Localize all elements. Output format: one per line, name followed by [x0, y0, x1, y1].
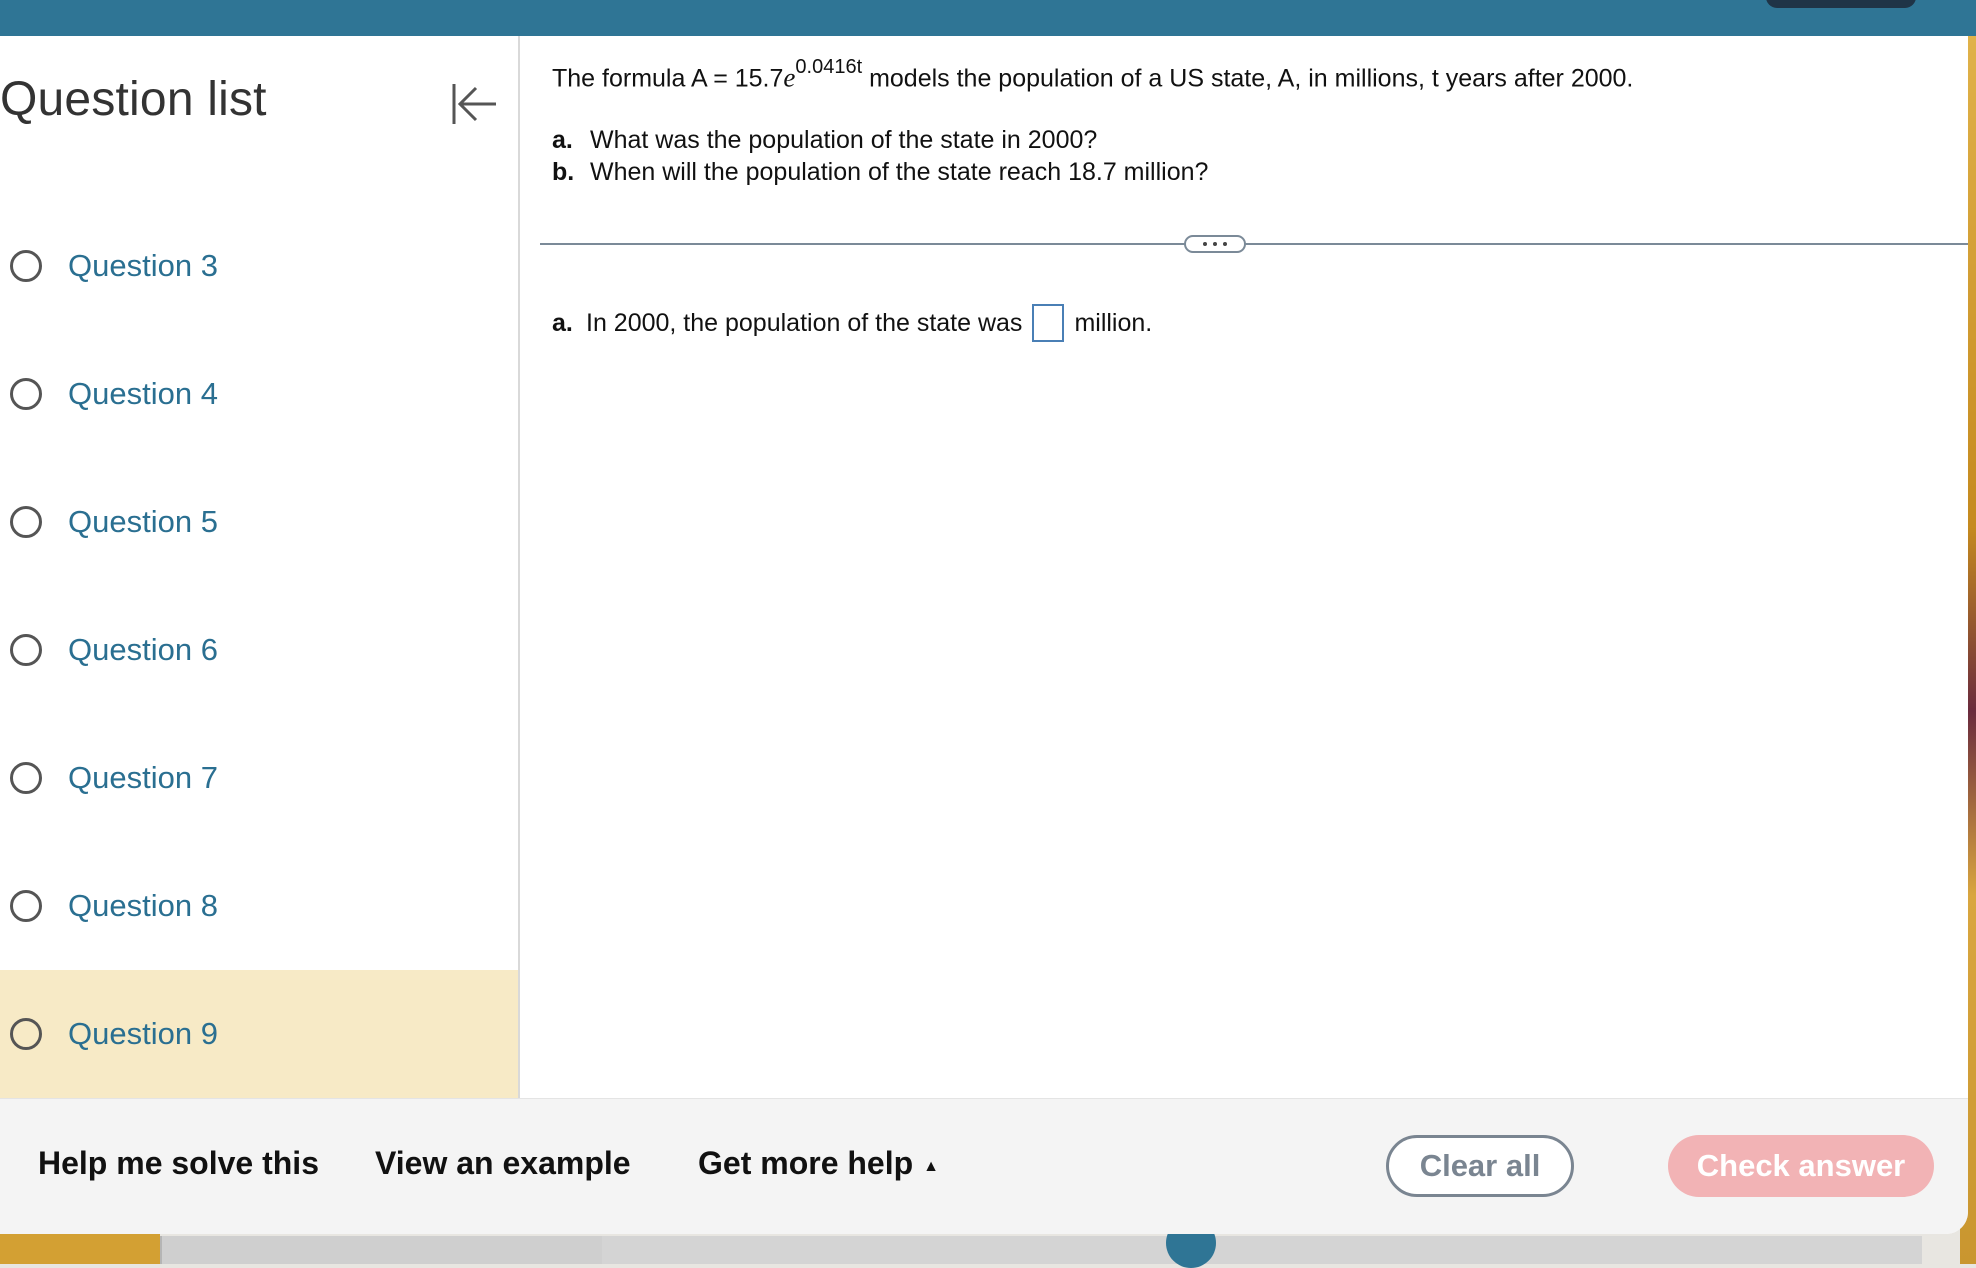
get-more-help-label: Get more help: [698, 1145, 914, 1181]
background-strip-mid-2: [602, 1236, 1922, 1264]
question-item-label: Question 4: [68, 376, 218, 411]
section-divider: [540, 243, 1968, 245]
question-item-label: Question 9: [68, 1016, 218, 1051]
get-more-help-button[interactable]: Get more help ▲: [698, 1145, 939, 1182]
background-strip-left: [0, 1230, 160, 1264]
help-me-solve-button[interactable]: Help me solve this: [38, 1145, 319, 1182]
question-item-4[interactable]: Question 4: [0, 330, 518, 458]
question-part-a: a. What was the population of the state i…: [552, 124, 1208, 156]
question-item-label: Question 3: [68, 248, 218, 283]
question-item-6[interactable]: Question 6: [0, 586, 518, 714]
top-bar-pill[interactable]: [1766, 0, 1916, 8]
caret-up-icon: ▲: [923, 1158, 939, 1175]
question-item-5[interactable]: Question 5: [0, 458, 518, 586]
radio-icon[interactable]: [10, 378, 42, 410]
formula-text-before: The formula A = 15.7: [552, 64, 784, 93]
answer-line: a. In 2000, the population of the state …: [552, 304, 1152, 342]
question-prompt: The formula A = 15.7e0.0416t models the …: [552, 54, 1633, 95]
question-item-8[interactable]: Question 8: [0, 842, 518, 970]
question-item-label: Question 8: [68, 888, 218, 923]
collapse-sidebar-icon[interactable]: [446, 76, 502, 132]
radio-icon[interactable]: [10, 1018, 42, 1050]
part-text: When will the population of the state re…: [590, 158, 1209, 186]
answer-text-before: In 2000, the population of the state was: [586, 308, 1023, 337]
formula-text-after: models the population of a US state, A, …: [862, 64, 1634, 93]
radio-icon[interactable]: [10, 506, 42, 538]
footer-toolbar: Help me solve this View an example Get m…: [0, 1098, 1968, 1234]
question-panel: Question list Question 3 Question 4 Ques…: [0, 36, 1968, 1234]
question-item-9[interactable]: Question 9: [0, 970, 518, 1098]
radio-icon[interactable]: [10, 762, 42, 794]
formula-exponent: 0.0416t: [795, 56, 863, 78]
question-list-sidebar: Question list Question 3 Question 4 Ques…: [0, 36, 520, 1098]
radio-icon[interactable]: [10, 890, 42, 922]
part-marker: a.: [552, 126, 573, 154]
question-item-label: Question 5: [68, 504, 218, 539]
clear-all-button[interactable]: Clear all: [1386, 1135, 1574, 1197]
background-strip-mid: [160, 1236, 604, 1264]
question-item-label: Question 6: [68, 632, 218, 667]
question-item-label: Question 7: [68, 760, 218, 795]
check-answer-button[interactable]: Check answer: [1668, 1135, 1934, 1197]
answer-marker: a.: [552, 308, 573, 337]
part-text: What was the population of the state in …: [590, 126, 1098, 154]
view-example-button[interactable]: View an example: [375, 1145, 631, 1182]
formula-base: e: [783, 62, 796, 93]
question-list-title: Question list: [0, 73, 267, 126]
question-item-3[interactable]: Question 3: [0, 202, 518, 330]
question-item-7[interactable]: Question 7: [0, 714, 518, 842]
answer-text-after: million.: [1074, 308, 1153, 337]
answer-input[interactable]: [1032, 304, 1065, 342]
radio-icon[interactable]: [10, 634, 42, 666]
question-content: The formula A = 15.7e0.0416t models the …: [520, 36, 1968, 1098]
question-parts: a. What was the population of the state i…: [552, 124, 1208, 188]
question-part-b: b. When will the population of the state …: [552, 156, 1208, 188]
more-options-icon[interactable]: [1184, 235, 1246, 253]
top-bar: [0, 0, 1976, 36]
radio-icon[interactable]: [10, 250, 42, 282]
part-marker: b.: [552, 158, 575, 186]
